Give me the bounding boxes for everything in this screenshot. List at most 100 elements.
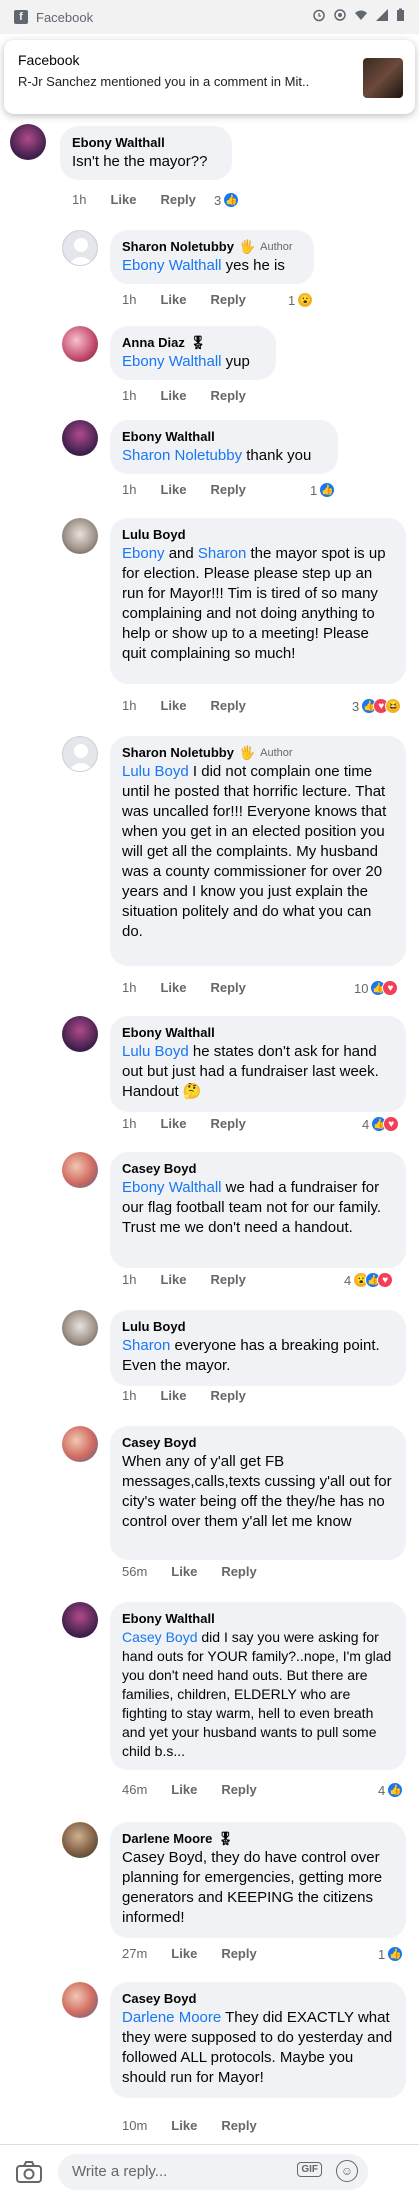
mention-link[interactable]: Ebony Walthall [122,353,222,370]
avatar[interactable] [62,1152,98,1188]
reply-placeholder: Write a reply... [72,2163,168,2180]
mention-link[interactable]: Sharon [122,1337,170,1354]
comment-time[interactable]: 1h [122,388,136,403]
comment-time[interactable]: 1h [72,192,86,207]
comment-time[interactable]: 1h [122,292,136,307]
like-button[interactable]: Like [160,980,186,995]
like-button[interactable]: Like [160,482,186,497]
reaction-summary[interactable]: 10 👍 ♥ [354,980,399,996]
avatar[interactable] [62,1602,98,1638]
avatar[interactable] [62,420,98,456]
reaction-summary[interactable]: 4 👍 ♥ [362,1116,400,1132]
like-button[interactable]: Like [160,1116,186,1131]
avatar[interactable] [62,230,98,266]
reaction-summary[interactable]: 1 😮 [288,292,314,308]
mention-link[interactable]: Sharon [198,545,246,562]
reply-button[interactable]: Reply [210,1116,245,1131]
comment-time[interactable]: 1h [122,1272,136,1287]
avatar[interactable] [62,1822,98,1858]
comment-time[interactable]: 1h [122,482,136,497]
avatar[interactable] [62,736,98,772]
reaction-summary[interactable]: 1 👍 [378,1946,404,1962]
badge-icon: 🎖 [189,335,207,350]
notification-card[interactable]: Facebook R-Jr Sanchez mentioned you in a… [4,40,415,114]
reply-button[interactable]: Reply [221,1564,256,1579]
gif-button[interactable]: GIF [297,2161,322,2177]
avatar[interactable] [62,1310,98,1346]
reply-button[interactable]: Reply [221,2118,256,2133]
reply-button[interactable]: Reply [210,482,245,497]
mention-link[interactable]: Lulu Boyd [122,763,189,780]
reply-input[interactable]: Write a reply... GIF ☺ [58,2153,368,2190]
mention-link[interactable]: Ebony Walthall [122,1179,222,1196]
reply-button[interactable]: Reply [210,1388,245,1403]
reply-button[interactable]: Reply [210,980,245,995]
mention-link[interactable]: Darlene Moore [122,2009,221,2026]
notification-title: Facebook [18,52,80,68]
comment-text: Darlene Moore They did EXACTLY what they… [122,2009,393,2086]
mention-link[interactable]: Sharon Noletubby [122,447,242,464]
reply-button[interactable]: Reply [221,1782,256,1797]
comment-time[interactable]: 56m [122,1564,147,1579]
like-button[interactable]: Like [160,1388,186,1403]
mention-link[interactable]: Ebony Walthall [122,257,222,274]
mention-link[interactable]: Ebony [122,545,165,562]
like-button[interactable]: Like [171,1946,197,1961]
comment-author[interactable]: Casey Boyd [122,1990,394,2008]
love-reaction-icon: ♥ [382,980,399,996]
hand-badge-icon: 🖐 [238,745,256,760]
like-button[interactable]: Like [171,1564,197,1579]
comment-author[interactable]: Lulu Boyd [122,1318,394,1336]
like-button[interactable]: Like [160,388,186,403]
comment-author[interactable]: Ebony Walthall [122,1610,394,1628]
like-button[interactable]: Like [160,292,186,307]
reaction-summary[interactable]: 3 👍 [214,192,240,208]
comment-author[interactable]: Ebony Walthall [122,1024,394,1042]
comment-time[interactable]: 46m [122,1782,147,1797]
comment-time[interactable]: 27m [122,1946,147,1961]
comment-bubble: Lulu Boyd Ebony and Sharon the mayor spo… [110,518,406,684]
reply-button[interactable]: Reply [221,1946,256,1961]
comment-author[interactable]: Anna Diaz 🎖 [122,334,264,352]
mention-link[interactable]: Casey Boyd [122,1629,197,1645]
reply-button[interactable]: Reply [160,192,195,207]
avatar[interactable] [62,326,98,362]
like-button[interactable]: Like [160,1272,186,1287]
camera-icon[interactable] [14,2157,44,2187]
avatar[interactable] [62,518,98,554]
comment-time[interactable]: 1h [122,698,136,713]
like-button[interactable]: Like [171,2118,197,2133]
hand-badge-icon: 🖐 [238,239,256,254]
comment-time[interactable]: 1h [122,980,136,995]
emoji-icon[interactable]: ☺ [336,2159,358,2182]
comment-author[interactable]: Casey Boyd [122,1160,394,1178]
comment-time[interactable]: 1h [122,1388,136,1403]
reply-button[interactable]: Reply [210,698,245,713]
comment-author[interactable]: Casey Boyd [122,1434,394,1452]
reaction-summary[interactable]: 4 👍 [378,1782,404,1798]
avatar[interactable] [62,1982,98,2018]
reply-button[interactable]: Reply [210,388,245,403]
comment-author[interactable]: Ebony Walthall [72,134,220,152]
comment-author[interactable]: Lulu Boyd [122,526,394,544]
status-app-name: Facebook [36,9,94,25]
avatar[interactable] [62,1426,98,1462]
reaction-summary[interactable]: 4 😮 👍 ♥ [344,1272,394,1288]
comment-bubble: Casey Boyd When any of y'all get FB mess… [110,1426,406,1560]
reaction-summary[interactable]: 3 👍 ♥ 😆 [352,698,402,714]
like-button[interactable]: Like [171,1782,197,1797]
reaction-summary[interactable]: 1 👍 [310,482,336,498]
like-button[interactable]: Like [110,192,136,207]
comment-author[interactable]: Darlene Moore 🎖 [122,1830,394,1848]
comment-time[interactable]: 10m [122,2118,147,2133]
comment-author[interactable]: Sharon Noletubby 🖐 Author [122,744,394,762]
comment-author[interactable]: Sharon Noletubby 🖐 Author [122,238,302,256]
comment-author[interactable]: Ebony Walthall [122,428,326,446]
reply-button[interactable]: Reply [210,292,245,307]
reply-button[interactable]: Reply [210,1272,245,1287]
mention-link[interactable]: Lulu Boyd [122,1043,189,1060]
avatar[interactable] [10,124,46,160]
like-button[interactable]: Like [160,698,186,713]
avatar[interactable] [62,1016,98,1052]
comment-time[interactable]: 1h [122,1116,136,1131]
